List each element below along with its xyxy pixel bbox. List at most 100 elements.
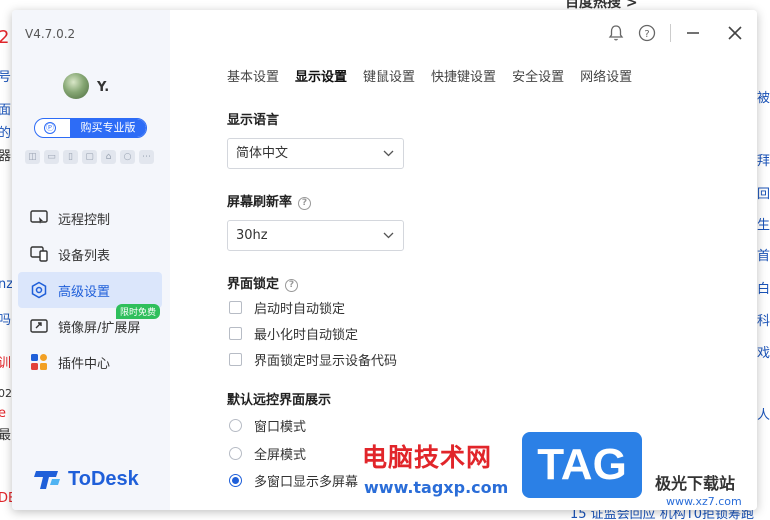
question-icon[interactable]: ? [298, 197, 312, 210]
multi-window-radio[interactable] [229, 473, 242, 487]
device-list-icon [30, 245, 48, 263]
bg-frag: 2 [0, 27, 10, 48]
tab-keyboard-mouse[interactable]: 键鼠设置 [363, 66, 415, 85]
sidebar-item-device-list[interactable]: 设备列表 [18, 236, 162, 272]
username[interactable]: Y. [97, 80, 109, 95]
window-mode-option[interactable]: 窗口模式 [229, 416, 307, 435]
main-panel: ? 基本设置 显示设置 键鼠设置 快捷键设置 安全设置 网络设置 显示语言 简体… [170, 10, 757, 510]
watermark-text: 电脑技术网 [362, 443, 493, 472]
remote-view-section-title: 默认远控界面展示 [227, 393, 332, 408]
mirror-screen-icon [30, 317, 48, 335]
lock-title: 界面锁定 [227, 277, 280, 292]
bg-frag: 人 [757, 408, 770, 423]
todesk-logo-icon [34, 471, 60, 489]
option-label: 多窗口显示多屏幕 [254, 474, 359, 490]
option-label: 界面锁定时显示设备代码 [254, 353, 398, 369]
avatar[interactable] [63, 73, 89, 99]
sidebar-item-label: 高级设置 [58, 284, 111, 300]
background-right-column: 被 拜 回 生 首 白 科 戏 人 [757, 0, 770, 520]
help-icon[interactable]: ? [637, 24, 657, 44]
language-select[interactable]: 简体中文 [227, 138, 404, 169]
buy-pro-label: 购买专业版 [70, 119, 146, 137]
sidebar-item-advanced-settings[interactable]: 高级设置 [18, 272, 162, 308]
remote-control-icon [30, 209, 48, 227]
tablet-icon[interactable]: ▯ [63, 150, 78, 164]
refresh-rate-section-title: 屏幕刷新率? [227, 191, 312, 210]
bg-frag: 被 [757, 91, 770, 106]
bg-frag: 号 [0, 70, 12, 85]
bg-frag: 吗 [0, 313, 12, 328]
lock-section-title: 界面锁定? [227, 273, 299, 292]
bg-frag: 戏 [757, 346, 770, 361]
sidebar-item-plugin-center[interactable]: 插件中心 [18, 344, 162, 380]
question-icon[interactable]: ? [285, 279, 299, 292]
refresh-rate-title: 屏幕刷新率 [227, 195, 293, 210]
tab-security[interactable]: 安全设置 [512, 66, 564, 85]
tab-shortcuts[interactable]: 快捷键设置 [431, 66, 496, 85]
brand-name: ToDesk [68, 467, 139, 490]
multi-window-option[interactable]: 多窗口显示多屏幕 [229, 471, 359, 490]
option-label: 启动时自动锁定 [254, 301, 346, 317]
pro-icon: Ⓟ [44, 122, 56, 134]
linux-icon[interactable]: ○ [120, 150, 135, 164]
more-icon[interactable]: ⋯ [139, 150, 154, 164]
lock-on-start-checkbox[interactable] [229, 300, 242, 314]
bg-frag: 02 [0, 387, 12, 400]
watermark-site-url: www.xz7.com [666, 495, 742, 508]
watermark-url: www.tagxp.com [364, 478, 509, 497]
bg-frag: 生 [757, 218, 770, 233]
todesk-logo: ToDesk [34, 467, 139, 491]
window-mode-radio[interactable] [229, 418, 242, 432]
option-label: 窗口模式 [254, 419, 307, 435]
monitor-icon[interactable]: ▭ [44, 150, 59, 164]
bg-frag: 首 [757, 249, 770, 264]
option-label: 最小化时自动锁定 [254, 327, 359, 343]
android-icon[interactable]: ⌂ [101, 150, 116, 164]
settings-tabs: 基本设置 显示设置 键鼠设置 快捷键设置 安全设置 网络设置 [227, 66, 632, 85]
fullscreen-mode-radio[interactable] [229, 446, 242, 460]
bg-frag: 面 [0, 103, 12, 118]
svg-text:?: ? [644, 29, 649, 40]
option-label: 全屏模式 [254, 447, 307, 463]
refresh-rate-select[interactable]: 30hz [227, 220, 404, 251]
fullscreen-mode-option[interactable]: 全屏模式 [229, 444, 307, 463]
chevron-down-icon [383, 139, 394, 179]
advanced-settings-icon [30, 281, 48, 299]
chevron-down-icon [383, 221, 394, 261]
lock-on-start-option[interactable]: 启动时自动锁定 [229, 298, 346, 317]
tab-network[interactable]: 网络设置 [580, 66, 632, 85]
plugin-center-icon [30, 353, 48, 371]
language-value: 简体中文 [236, 146, 289, 161]
minimize-icon[interactable] [683, 24, 703, 44]
background-left-column: 2 号 面 的 器 nz 吗 训 02 e 最 DE [0, 0, 16, 520]
device-platform-icons: ◫ ▭ ▯ ▢ ⌂ ○ ⋯ [25, 150, 154, 164]
buy-pro-button[interactable]: Ⓟ 购买专业版 [34, 118, 147, 138]
sidebar-item-mirror-screen[interactable]: 限时免费 镜像屏/扩展屏 [18, 304, 162, 344]
show-device-code-option[interactable]: 界面锁定时显示设备代码 [229, 350, 398, 369]
limited-free-badge: 限时免费 [115, 304, 160, 319]
language-section-title: 显示语言 [227, 113, 280, 128]
tv-icon[interactable]: ▢ [82, 150, 97, 164]
sidebar-nav: 远程控制 设备列表 高级设置 限时免费 镜像屏/扩展屏 插件中心 [18, 200, 162, 380]
sidebar-item-label: 插件中心 [58, 356, 111, 372]
lock-on-minimize-option[interactable]: 最小化时自动锁定 [229, 324, 359, 343]
bg-frag: 器 [0, 149, 12, 164]
bg-frag: 拜 [757, 154, 770, 169]
lock-on-minimize-checkbox[interactable] [229, 326, 242, 340]
tab-display[interactable]: 显示设置 [295, 66, 347, 85]
sidebar-item-label: 远程控制 [58, 212, 111, 228]
sidebar-item-label: 设备列表 [58, 248, 111, 264]
bell-icon[interactable] [606, 24, 626, 44]
gamepad-icon[interactable]: ◫ [25, 150, 40, 164]
bg-frag: 白 [757, 282, 770, 297]
show-device-code-checkbox[interactable] [229, 352, 242, 366]
refresh-rate-value: 30hz [236, 228, 268, 243]
watermark-site-name: 极光下载站 [655, 474, 736, 493]
tab-basic[interactable]: 基本设置 [227, 66, 279, 85]
close-icon[interactable] [725, 24, 745, 44]
bg-frag: 的 [0, 126, 12, 141]
sidebar-item-label: 镜像屏/扩展屏 [58, 320, 141, 336]
todesk-window: V4.7.0.2 Y. Ⓟ 购买专业版 ◫ ▭ ▯ ▢ ⌂ ○ ⋯ 远程控制 设… [12, 10, 757, 510]
sidebar-item-remote-control[interactable]: 远程控制 [18, 200, 162, 236]
version-label: V4.7.0.2 [25, 27, 76, 41]
